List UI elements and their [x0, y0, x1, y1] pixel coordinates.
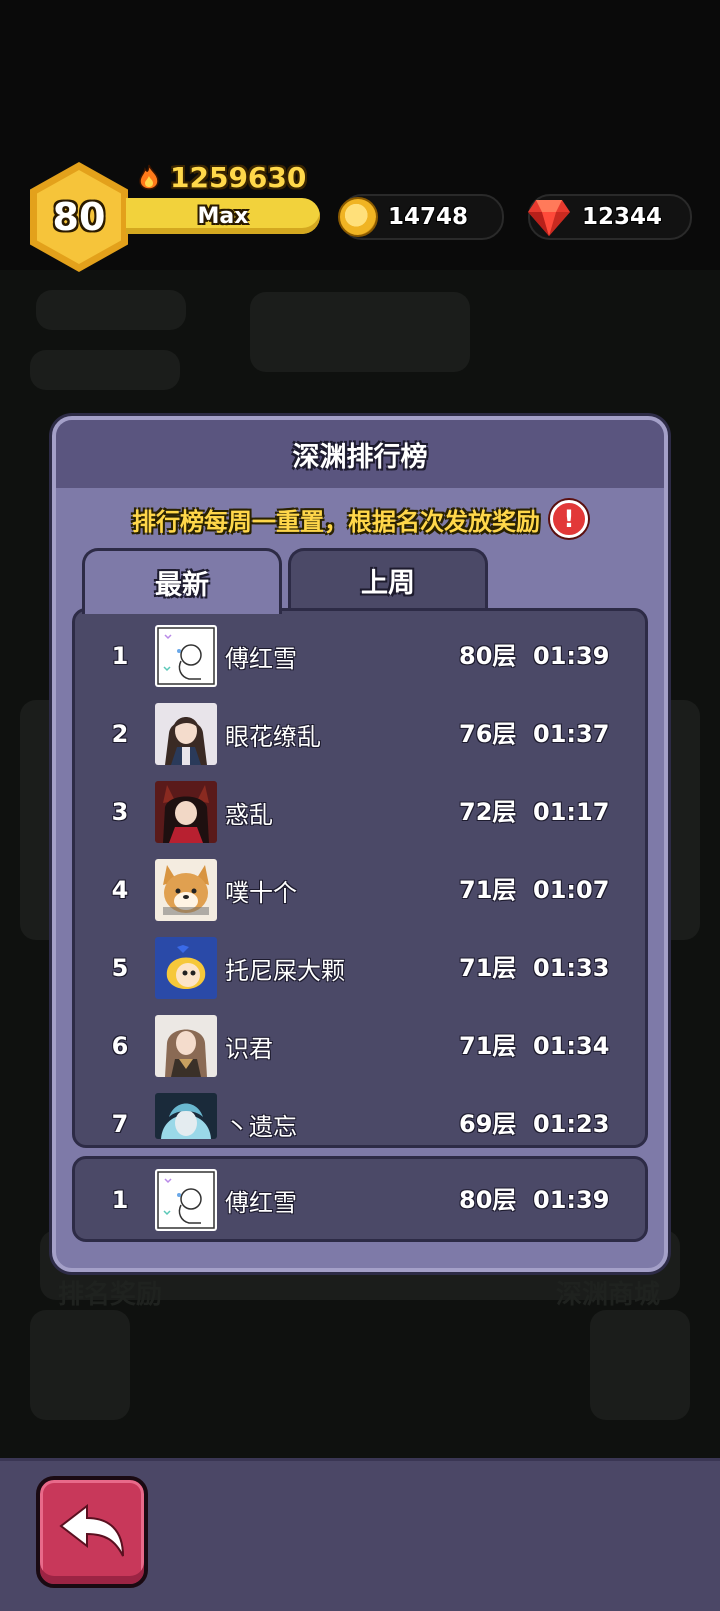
rank-number: 2 [111, 720, 129, 748]
clear-time: 01:34 [533, 1032, 610, 1060]
level-value: 80 [37, 170, 121, 264]
exp-bar: Max [126, 198, 320, 234]
modal-header: 深渊排行榜 [56, 420, 664, 488]
avatar [155, 1169, 217, 1231]
rank-number: 3 [111, 798, 129, 826]
back-arrow-icon [59, 1504, 124, 1557]
tab-latest[interactable]: 最新 [82, 548, 282, 614]
gem-icon [528, 200, 570, 236]
clear-time: 01:33 [533, 954, 610, 982]
player-name: 托尼屎大颗 [225, 957, 345, 985]
clear-time: 01:07 [533, 876, 610, 904]
avatar [155, 781, 217, 843]
player-name: 眼花缭乱 [225, 723, 321, 751]
rank-number: 1 [111, 1186, 129, 1214]
bg-abyss-shop-label: 深渊商城 [556, 1280, 661, 1310]
exp-label: Max [197, 203, 249, 229]
floor-count: 80层 [459, 1186, 517, 1214]
clear-time: 01:23 [533, 1110, 610, 1138]
info-icon[interactable]: ! [550, 500, 588, 538]
avatar [155, 1015, 217, 1077]
player-name: 傅红雪 [225, 645, 297, 673]
gem-value: 12344 [582, 204, 663, 230]
bg-rank-reward-label: 排名奖励 [58, 1280, 163, 1310]
bg-element [590, 1310, 690, 1420]
bg-element [250, 292, 470, 372]
avatar [155, 625, 217, 687]
floor-count: 80层 [459, 642, 517, 670]
gold-counter[interactable]: 14748 [338, 194, 504, 240]
notice-text: 排行榜每周一重置，根据名次发放奖励 [132, 507, 540, 536]
ranking-modal: 深渊排行榜 排行榜每周一重置，根据名次发放奖励 ! 上周 1 傅红雪 80层 0… [52, 416, 668, 1272]
avatar [155, 859, 217, 921]
bg-element [36, 290, 186, 330]
floor-count: 71层 [459, 876, 517, 904]
ranking-row[interactable]: 1 傅红雪 80层 01:39 [75, 617, 645, 695]
tab-label: 上周 [361, 568, 415, 599]
modal-title: 深渊排行榜 [292, 441, 428, 473]
clear-time: 01:39 [533, 1186, 610, 1214]
my-ranking-panel: 1 傅红雪 80层 01:39 [72, 1156, 648, 1242]
player-name: 惑乱 [225, 801, 273, 829]
clear-time: 01:17 [533, 798, 610, 826]
avatar [155, 703, 217, 765]
avatar [155, 937, 217, 999]
player-name: 丶遗忘 [225, 1113, 297, 1141]
player-name: 噗十个 [225, 879, 297, 907]
avatar [155, 1093, 217, 1139]
floor-count: 71层 [459, 1032, 517, 1060]
rank-number: 7 [111, 1110, 129, 1138]
floor-count: 72层 [459, 798, 517, 826]
power-value: 1259630 [170, 160, 307, 194]
tab-last-week[interactable]: 上周 [288, 548, 488, 610]
ranking-row[interactable]: 4 噗十个 71层 01:07 [75, 851, 645, 929]
gem-counter[interactable]: 12344 [528, 194, 692, 240]
rank-number: 1 [111, 642, 129, 670]
clear-time: 01:37 [533, 720, 610, 748]
ranking-list[interactable]: 1 傅红雪 80层 01:39 2 眼花缭乱 76层 01:37 3 惑乱 72… [72, 608, 648, 1148]
ranking-row[interactable]: 5 托尼屎大颗 71层 01:33 [75, 929, 645, 1007]
ranking-row[interactable]: 7 丶遗忘 69层 01:23 [75, 1085, 645, 1145]
player-name: 识君 [225, 1035, 273, 1063]
tab-label: 最新 [155, 570, 209, 601]
power-display: 1259630 [138, 160, 306, 194]
ranking-row[interactable]: 6 识君 71层 01:34 [75, 1007, 645, 1085]
rank-number: 6 [111, 1032, 129, 1060]
bg-element [30, 350, 180, 390]
reset-notice: 排行榜每周一重置，根据名次发放奖励 ! [56, 494, 664, 544]
my-ranking-row: 1 傅红雪 80层 01:39 [75, 1161, 645, 1239]
rank-number: 4 [111, 876, 129, 904]
ranking-row[interactable]: 2 眼花缭乱 76层 01:37 [75, 695, 645, 773]
rank-number: 5 [111, 954, 129, 982]
back-button[interactable] [36, 1476, 148, 1588]
floor-count: 71层 [459, 954, 517, 982]
ranking-row[interactable]: 3 惑乱 72层 01:17 [75, 773, 645, 851]
level-badge: 80 [30, 162, 128, 272]
clear-time: 01:39 [533, 642, 610, 670]
bg-element [30, 1310, 130, 1420]
gold-value: 14748 [388, 204, 469, 230]
floor-count: 69层 [459, 1110, 517, 1138]
coin-icon [338, 197, 378, 237]
floor-count: 76层 [459, 720, 517, 748]
fire-icon [139, 164, 159, 190]
player-name: 傅红雪 [225, 1189, 297, 1217]
